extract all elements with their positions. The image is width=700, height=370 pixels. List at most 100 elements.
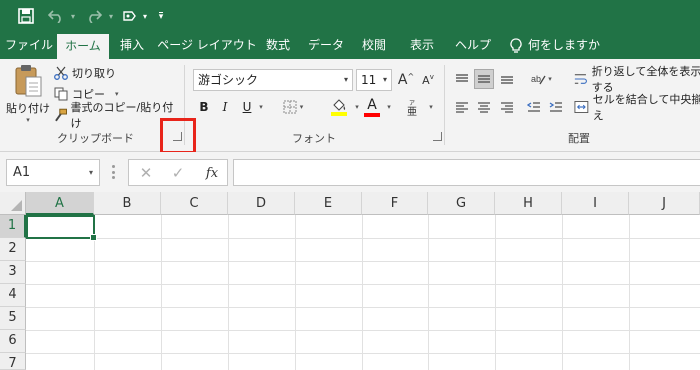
paste-button[interactable]: 貼り付け ▾	[6, 63, 50, 125]
tab-home[interactable]: ホーム	[57, 34, 109, 59]
align-right-button[interactable]	[497, 97, 517, 117]
touch-mode-icon	[123, 11, 136, 21]
row-header-2[interactable]: 2	[0, 238, 26, 261]
column-header-a[interactable]: A	[26, 192, 94, 215]
column-header-j[interactable]: J	[629, 192, 700, 215]
formula-bar-grip-icon	[112, 165, 115, 179]
chevron-down-icon: ▾	[299, 103, 304, 111]
formula-input[interactable]	[233, 159, 700, 186]
paste-dropdown-icon: ▾	[26, 116, 30, 124]
tab-file[interactable]: ファイル	[4, 32, 54, 59]
font-size-value: 11	[361, 73, 377, 87]
italic-icon: I	[222, 100, 228, 114]
scissors-icon	[54, 66, 68, 80]
orientation-icon: ab	[531, 74, 546, 85]
column-header-c[interactable]: C	[161, 192, 228, 215]
column-header-h[interactable]: H	[495, 192, 562, 215]
gridline	[495, 215, 496, 370]
insert-function-button[interactable]: fx	[201, 163, 223, 183]
row-header-7[interactable]: 7	[0, 353, 26, 370]
touch-mode-button[interactable]	[118, 4, 140, 28]
paint-bucket-icon	[333, 98, 346, 111]
increase-font-size-button[interactable]: A ^	[396, 70, 416, 90]
svg-text:ア: ア	[409, 100, 415, 107]
cut-button[interactable]: 切り取り	[54, 63, 174, 83]
bold-button[interactable]: B	[195, 97, 213, 117]
tab-data[interactable]: データ	[303, 32, 349, 59]
align-right-icon	[501, 102, 513, 113]
tab-insert[interactable]: 挿入	[112, 32, 152, 59]
font-color-icon: A	[367, 97, 377, 113]
undo-button[interactable]	[44, 4, 68, 28]
phonetic-dropdown[interactable]: ▾	[426, 97, 436, 117]
font-name-select[interactable]: 游ゴシック ▾	[193, 69, 353, 91]
chevron-down-icon: ▾	[259, 103, 263, 111]
tab-page-layout[interactable]: ページ レイアウト	[157, 32, 257, 59]
row-header-6[interactable]: 6	[0, 330, 26, 353]
phonetic-guide-button[interactable]: ア 亜	[402, 95, 426, 119]
undo-dropdown-icon[interactable]: ▾	[68, 4, 78, 28]
gridline	[26, 261, 700, 262]
customize-qat-button[interactable]: ▾	[154, 4, 168, 28]
column-header-f[interactable]: F	[362, 192, 428, 215]
font-color-button[interactable]: A	[362, 95, 382, 119]
orientation-button[interactable]: ab ▾	[526, 69, 556, 89]
paintbrush-icon	[55, 108, 68, 122]
row-header-3[interactable]: 3	[0, 261, 26, 284]
underline-dropdown[interactable]: ▾	[256, 97, 266, 117]
tab-view[interactable]: 表示	[404, 32, 440, 59]
font-dialog-launcher-icon[interactable]	[433, 132, 442, 141]
row-header-5[interactable]: 5	[0, 307, 26, 330]
align-left-button[interactable]	[452, 97, 472, 117]
merge-center-button[interactable]: セルを結合して中央揃え	[574, 93, 700, 122]
row-header-1[interactable]: 1	[0, 215, 26, 238]
name-box[interactable]: A1 ▾	[6, 159, 100, 186]
row-header-4[interactable]: 4	[0, 284, 26, 307]
decrease-indent-button[interactable]	[524, 97, 544, 117]
cancel-button[interactable]: ✕	[135, 163, 157, 183]
italic-button[interactable]: I	[216, 97, 234, 117]
font-size-select[interactable]: 11 ▾	[356, 69, 392, 91]
redo-dropdown-icon[interactable]: ▾	[106, 4, 116, 28]
svg-text:ab: ab	[531, 74, 541, 84]
tab-review[interactable]: 校閲	[356, 32, 392, 59]
chevron-down-icon: ▾	[382, 75, 387, 84]
align-center-button[interactable]	[474, 97, 494, 117]
underline-button[interactable]: U	[238, 97, 256, 117]
align-middle-button[interactable]	[474, 69, 494, 89]
increase-indent-button[interactable]	[546, 97, 566, 117]
align-left-icon	[456, 102, 468, 113]
gridline	[161, 215, 162, 370]
checkmark-icon: ✓	[171, 164, 185, 182]
clipboard-group-label: クリップボード	[57, 132, 134, 145]
column-header-e[interactable]: E	[295, 192, 362, 215]
redo-button[interactable]	[82, 4, 106, 28]
align-top-button[interactable]	[452, 69, 472, 89]
save-button[interactable]	[14, 4, 38, 28]
borders-button[interactable]: ▾	[278, 97, 308, 117]
align-bottom-button[interactable]	[497, 69, 517, 89]
decrease-font-size-button[interactable]: A v	[418, 70, 438, 90]
paste-label: 貼り付け	[6, 102, 50, 115]
column-header-d[interactable]: D	[228, 192, 295, 215]
font-color-dropdown[interactable]: ▾	[384, 97, 394, 117]
tell-me-search[interactable]: 何をしますか	[510, 32, 610, 59]
touch-mode-dropdown-icon[interactable]: ▾	[140, 4, 150, 28]
column-header-b[interactable]: B	[94, 192, 161, 215]
fill-color-dropdown[interactable]: ▾	[352, 97, 362, 117]
undo-icon	[48, 10, 61, 23]
active-cell-a1[interactable]	[26, 215, 97, 241]
tab-formulas[interactable]: 数式	[260, 32, 296, 59]
gridline	[629, 215, 630, 370]
copy-dropdown-icon: ▾	[115, 90, 119, 98]
select-all-button[interactable]	[0, 192, 26, 215]
fill-color-swatch	[331, 111, 347, 116]
column-header-i[interactable]: I	[562, 192, 629, 215]
column-header-g[interactable]: G	[428, 192, 495, 215]
fill-color-button[interactable]	[322, 95, 356, 119]
enter-button[interactable]: ✓	[167, 163, 189, 183]
align-center-icon	[478, 102, 490, 113]
tab-help[interactable]: ヘルプ	[450, 32, 496, 59]
wrap-text-button[interactable]: 折り返して全体を表示する	[574, 65, 700, 94]
ribbon-home: 貼り付け ▾ 切り取り コピー ▾ 書式のコピー/貼り付け クリップボード 游ゴ…	[0, 59, 700, 152]
